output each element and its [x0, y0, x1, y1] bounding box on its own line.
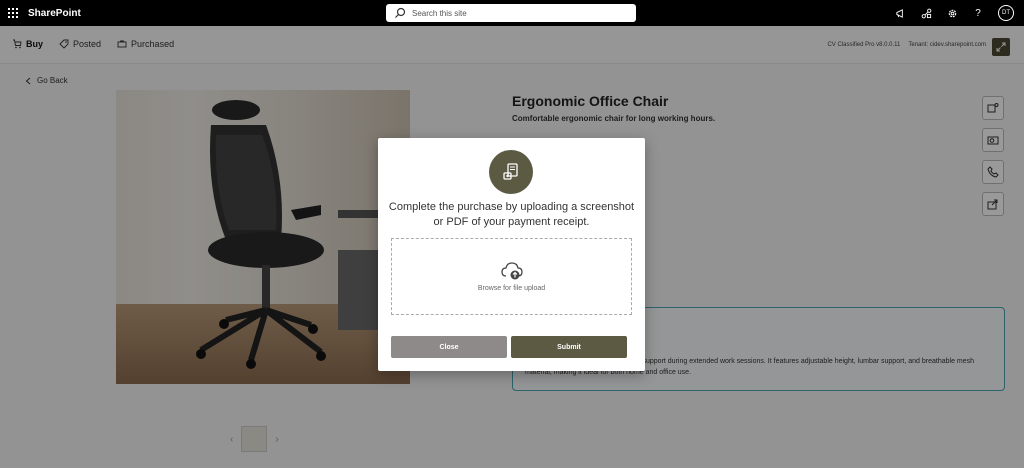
upload-receipt-dialog: Complete the purchase by uploading a scr…	[378, 138, 645, 371]
file-upload-dropzone[interactable]: Browse for file upload	[391, 238, 632, 315]
upload-label: Browse for file upload	[477, 285, 546, 292]
app-launcher-button[interactable]	[0, 0, 26, 26]
receipt-icon	[489, 150, 533, 194]
brand-name[interactable]: SharePoint	[28, 8, 81, 19]
help-icon[interactable]: ?	[972, 7, 984, 19]
network-icon[interactable]	[920, 7, 932, 19]
megaphone-icon[interactable]	[894, 7, 906, 19]
submit-button[interactable]: Submit	[511, 336, 627, 358]
dialog-message: Complete the purchase by uploading a scr…	[388, 201, 635, 228]
waffle-icon	[8, 8, 18, 18]
search-placeholder: Search this site	[412, 8, 467, 18]
settings-gear-icon[interactable]	[946, 7, 958, 19]
user-avatar[interactable]: DT	[998, 5, 1014, 21]
cloud-upload-icon	[500, 262, 523, 280]
suite-bar: SharePoint Search this site ? DT	[0, 0, 1024, 26]
search-icon	[395, 7, 406, 18]
search-box[interactable]: Search this site	[386, 4, 636, 22]
close-button[interactable]: Close	[391, 336, 507, 358]
